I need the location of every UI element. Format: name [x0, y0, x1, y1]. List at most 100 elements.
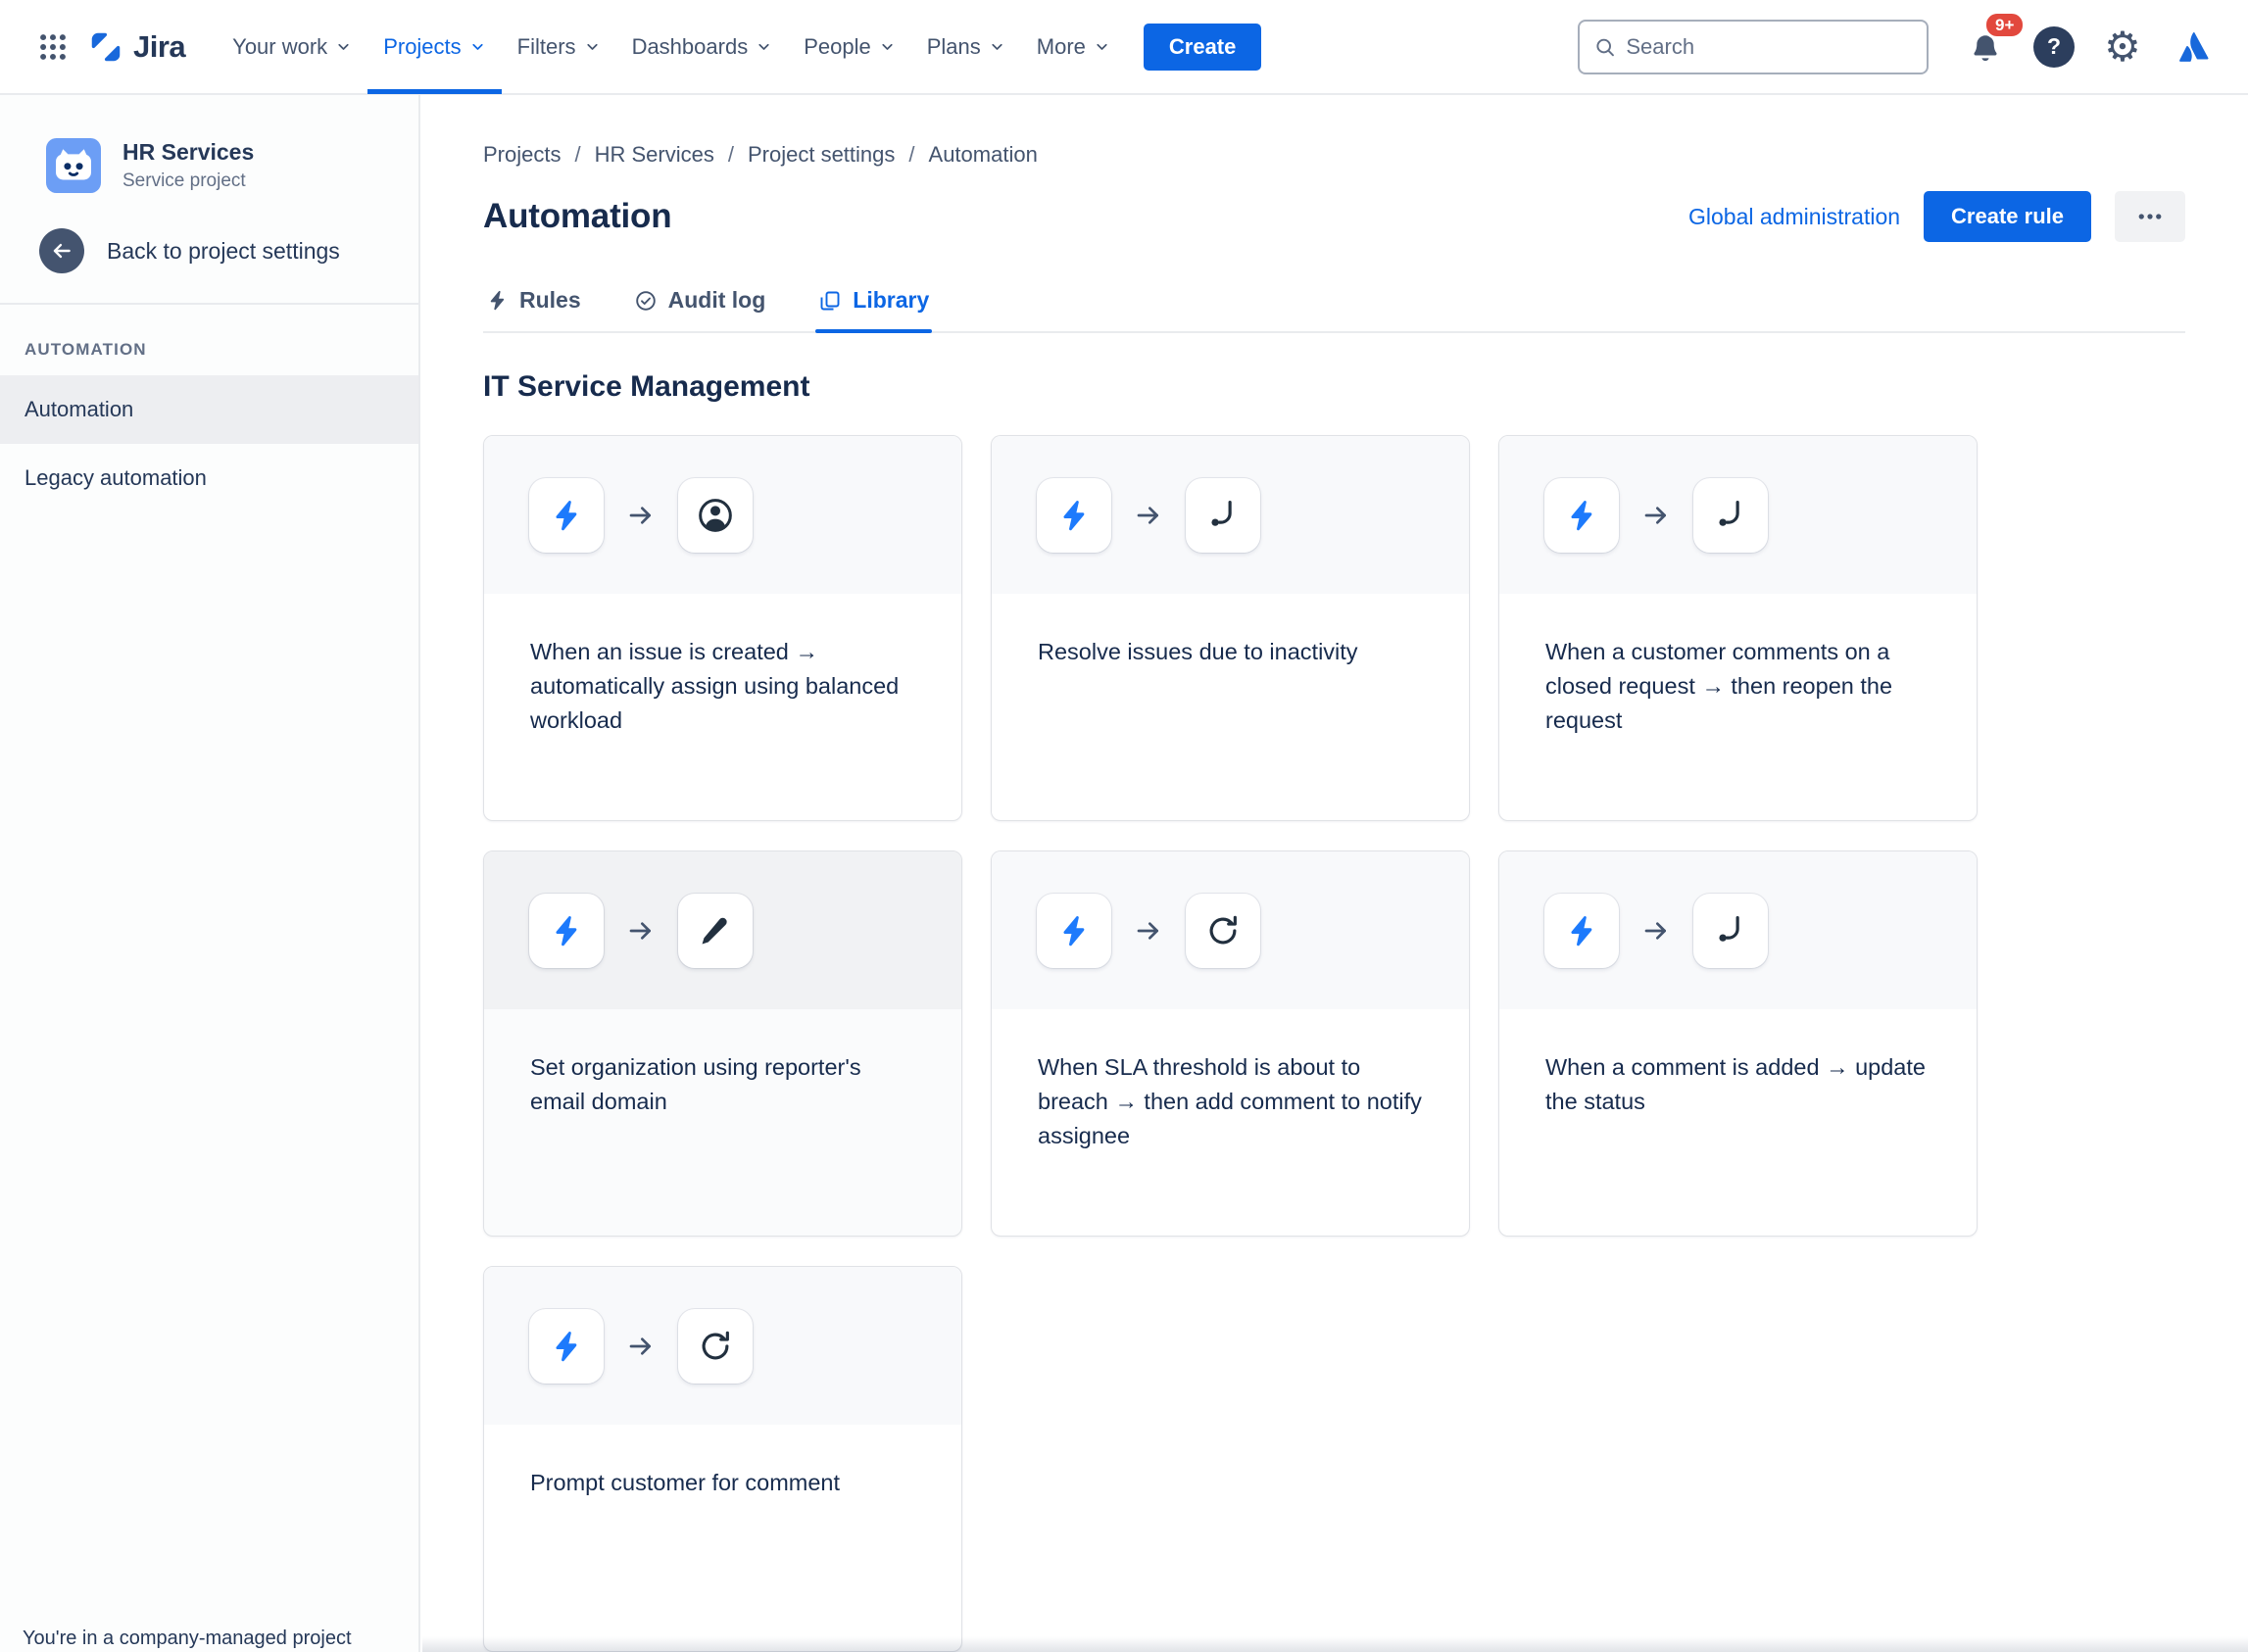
- template-card-grid: When an issue is created → automatically…: [483, 435, 2185, 1652]
- ellipsis-icon: [2138, 214, 2162, 219]
- chevron-down-icon: [882, 43, 893, 50]
- assignee-icon: [699, 498, 732, 532]
- nav-item-label: Your work: [232, 33, 328, 59]
- card-icon-area: [992, 436, 1469, 594]
- back-circle: [39, 228, 84, 273]
- action-tile: [1186, 477, 1260, 553]
- nav-item-label: Dashboards: [631, 33, 749, 59]
- lightning-icon: [1063, 500, 1085, 530]
- nav-item-label: More: [1036, 33, 1086, 59]
- template-card-comment-update-status[interactable]: When a comment is added → update the sta…: [1498, 850, 1978, 1237]
- arrow-left-icon: [53, 243, 71, 259]
- tab-label: Audit log: [667, 287, 766, 313]
- sidebar-item-automation[interactable]: Automation: [0, 375, 418, 444]
- lightning-icon: [490, 290, 505, 311]
- app-grid-icon: [40, 33, 66, 60]
- card-title: Prompt customer for comment: [530, 1470, 841, 1495]
- card-icon-area: [484, 1267, 961, 1425]
- edit-icon: [702, 917, 727, 944]
- search-box[interactable]: [1578, 19, 1929, 74]
- check-circle-icon: [635, 290, 656, 311]
- branch-icon: [1719, 500, 1739, 526]
- project-type: Service project: [122, 170, 246, 191]
- sidebar-section-title: AUTOMATION: [24, 340, 147, 359]
- tab-audit-log[interactable]: Audit log: [631, 281, 769, 331]
- project-sidebar: HR Services Service project Back to proj…: [0, 95, 420, 1652]
- chevron-down-icon: [758, 43, 769, 50]
- breadcrumb-automation[interactable]: Automation: [929, 142, 1038, 168]
- trigger-tile: [1037, 477, 1111, 553]
- sidebar-item-label: Automation: [24, 397, 134, 421]
- gear-icon: ⚙: [2104, 23, 2141, 70]
- breadcrumb-project-settings[interactable]: Project settings: [748, 142, 895, 168]
- action-tile: [1693, 477, 1768, 553]
- tab-rules[interactable]: Rules: [483, 281, 584, 331]
- nav-item-filters[interactable]: Filters: [502, 0, 616, 94]
- app-switcher-button[interactable]: [25, 20, 80, 74]
- more-options-button[interactable]: [2115, 191, 2185, 242]
- card-title: Set organization using reporter's email …: [530, 1054, 861, 1114]
- sidebar-item-label: Legacy automation: [24, 465, 207, 490]
- template-card-balanced-workload[interactable]: When an issue is created → automatically…: [483, 435, 962, 821]
- lightning-icon: [556, 1331, 577, 1361]
- jira-logo[interactable]: Jira: [88, 29, 186, 65]
- chevron-down-icon: [992, 43, 1002, 50]
- search-input[interactable]: [1626, 33, 1913, 60]
- template-card-prompt-customer[interactable]: Prompt customer for comment: [483, 1266, 962, 1652]
- lightning-icon: [1571, 500, 1592, 530]
- nav-item-more[interactable]: More: [1021, 0, 1126, 94]
- search-icon: [1596, 38, 1614, 56]
- page-title: Automation: [483, 197, 672, 235]
- card-icon-area: [992, 851, 1469, 1009]
- nav-item-dashboards[interactable]: Dashboards: [616, 0, 789, 94]
- nav-item-projects[interactable]: Projects: [367, 0, 501, 94]
- nav-item-plans[interactable]: Plans: [911, 0, 1021, 94]
- arrow-right-icon: [1644, 506, 1666, 524]
- help-button[interactable]: ?: [2027, 20, 2081, 74]
- breadcrumb-separator: /: [908, 142, 915, 167]
- nav-item-label: Projects: [383, 33, 462, 59]
- template-card-reopen-request[interactable]: When a customer comments on a closed req…: [1498, 435, 1978, 821]
- card-title: When SLA threshold is about to breach → …: [1038, 1054, 1422, 1148]
- card-title: When a customer comments on a closed req…: [1545, 639, 1893, 733]
- create-button[interactable]: Create: [1143, 23, 1262, 71]
- chevron-down-icon: [586, 43, 598, 50]
- project-header: HR Services Service project: [0, 138, 418, 203]
- lightning-icon: [556, 500, 577, 530]
- action-tile: [1693, 893, 1768, 968]
- branch-icon: [1719, 915, 1739, 942]
- branch-icon: [1211, 500, 1232, 526]
- breadcrumb-separator: /: [574, 142, 581, 167]
- lightning-icon: [1571, 915, 1592, 946]
- card-icon-area: [1499, 436, 1977, 594]
- breadcrumb-projects[interactable]: Projects: [483, 142, 561, 168]
- section-heading: IT Service Management: [483, 370, 810, 403]
- trigger-tile: [529, 1308, 604, 1384]
- breadcrumb-hr-services[interactable]: HR Services: [595, 142, 714, 168]
- tab-label: Library: [853, 287, 930, 313]
- nav-item-your-work[interactable]: Your work: [217, 0, 367, 94]
- lightning-icon: [556, 915, 577, 946]
- card-icon-area: [484, 436, 961, 594]
- refresh-icon: [1209, 915, 1237, 944]
- back-to-project-settings[interactable]: Back to project settings: [0, 203, 418, 297]
- nav-item-people[interactable]: People: [788, 0, 911, 94]
- tab-library[interactable]: Library: [815, 281, 933, 333]
- template-card-set-organization[interactable]: Set organization using reporter's email …: [483, 850, 962, 1237]
- settings-button[interactable]: ⚙: [2095, 20, 2150, 74]
- template-card-sla-breach[interactable]: When SLA threshold is about to breach → …: [991, 850, 1470, 1237]
- jira-logo-icon: [91, 32, 121, 61]
- arrow-right-icon: [629, 506, 651, 524]
- atlassian-button[interactable]: [2164, 20, 2219, 74]
- back-label: Back to project settings: [107, 237, 340, 264]
- template-card-resolve-inactivity[interactable]: Resolve issues due to inactivity: [991, 435, 1470, 821]
- global-administration-link[interactable]: Global administration: [1688, 204, 1900, 230]
- sidebar-item-legacy-automation[interactable]: Legacy automation: [0, 444, 418, 512]
- card-title: Resolve issues due to inactivity: [1038, 639, 1358, 664]
- chevron-down-icon: [338, 43, 349, 50]
- notifications-button[interactable]: 9+: [1958, 10, 2027, 74]
- create-rule-button[interactable]: Create rule: [1924, 191, 2091, 242]
- chevron-down-icon: [1097, 43, 1107, 50]
- refresh-icon: [702, 1331, 729, 1359]
- notification-count-badge: 9+: [1983, 10, 2027, 39]
